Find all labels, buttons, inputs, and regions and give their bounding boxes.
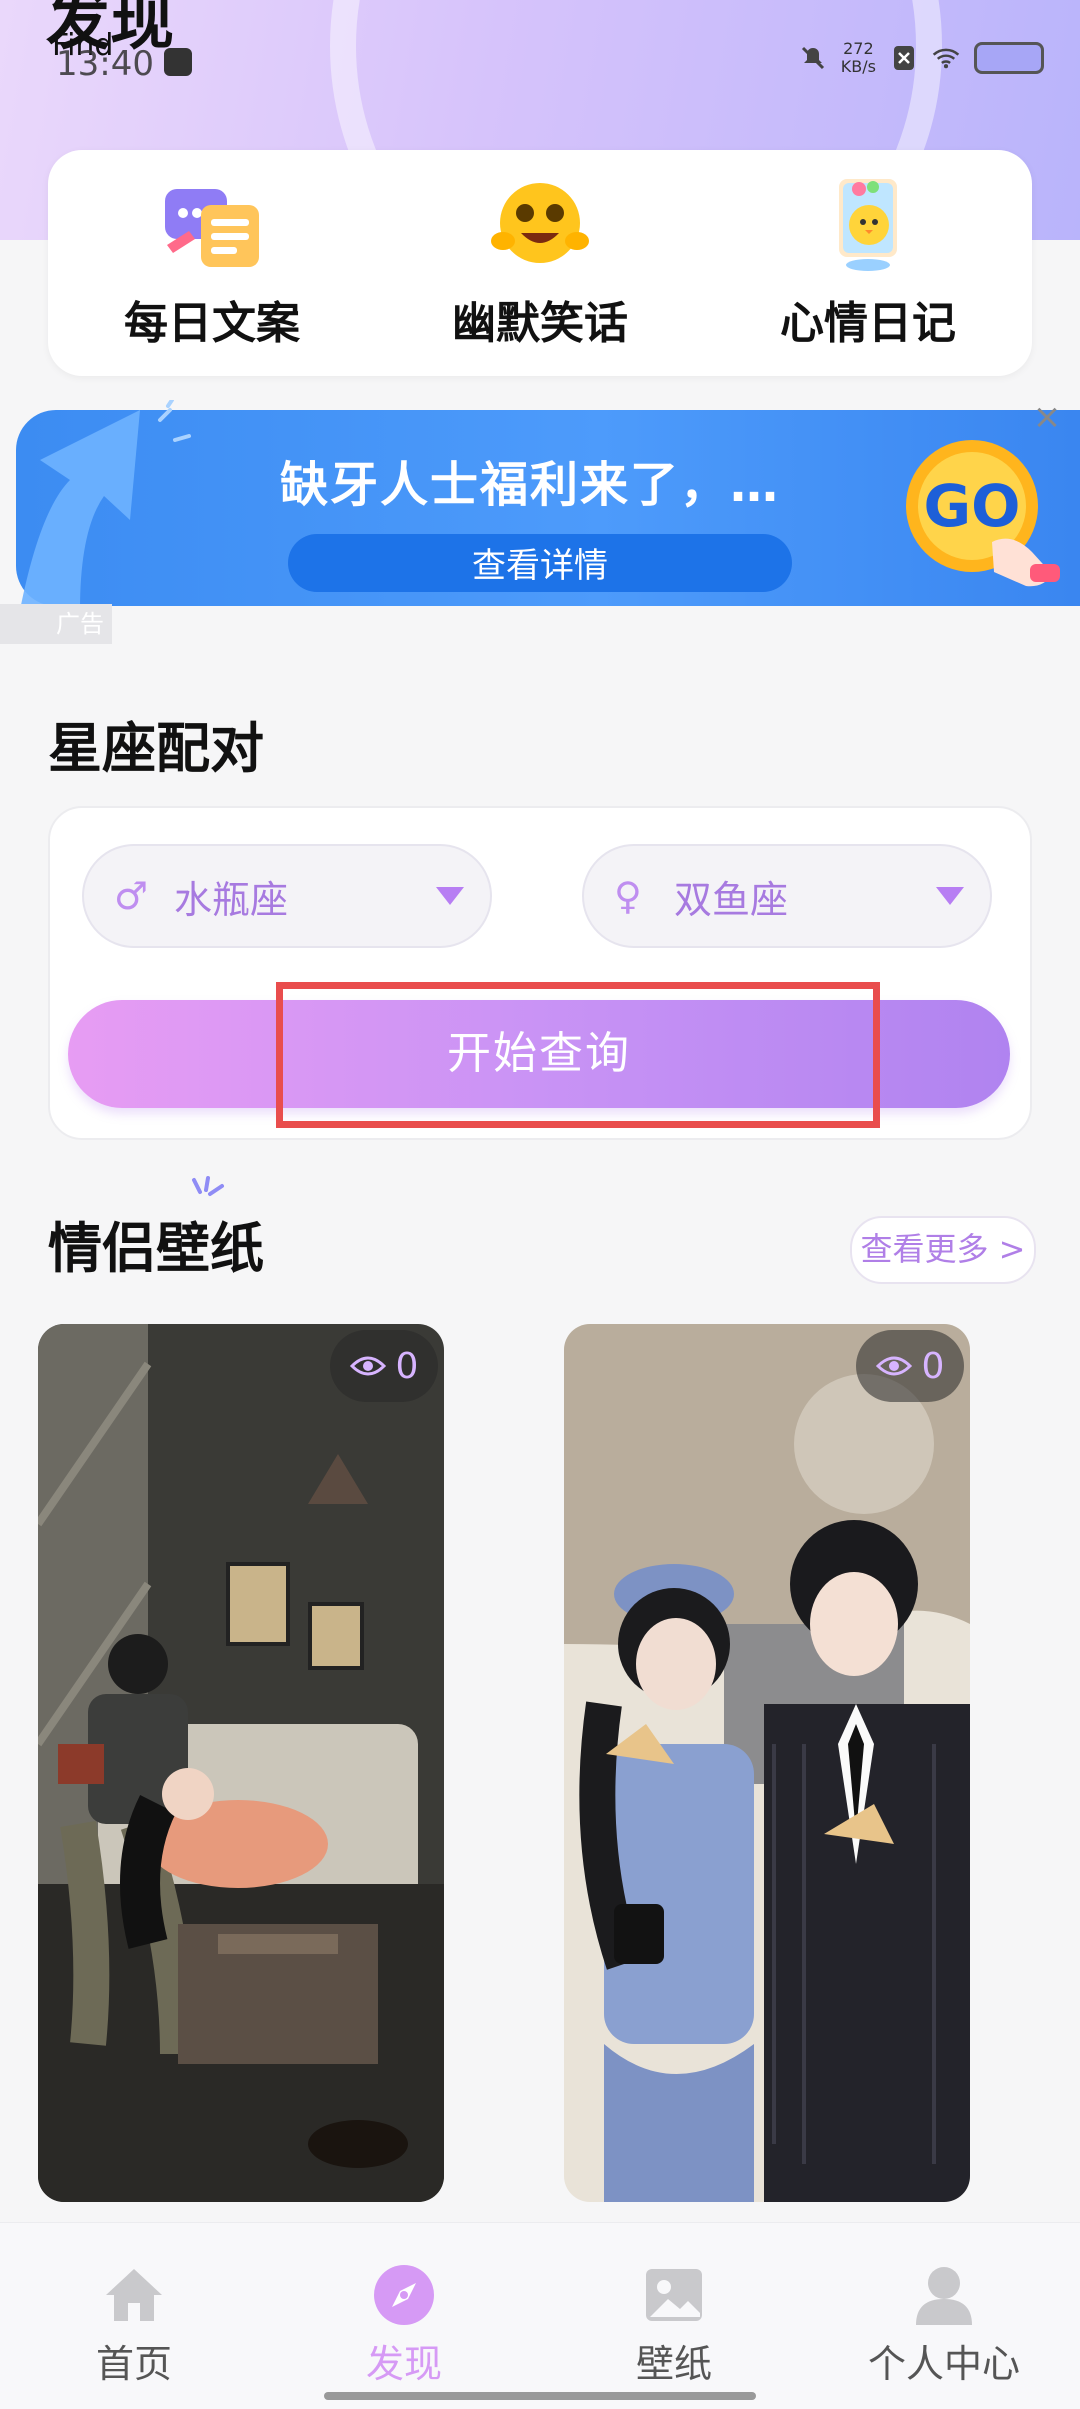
chevron-down-icon bbox=[936, 887, 964, 905]
male-sign-select[interactable]: ♂ 水瓶座 bbox=[82, 844, 492, 948]
view-count: 0 bbox=[395, 1345, 419, 1387]
home-icon bbox=[102, 2263, 166, 2327]
highlight-box bbox=[276, 982, 880, 1128]
ad-title: 缺牙人士福利来了，… bbox=[279, 457, 780, 513]
nav-item-home[interactable]: 首页 bbox=[34, 2263, 234, 2388]
nav-item-profile[interactable]: 个人中心 bbox=[844, 2263, 1044, 2388]
quick-link-label: 每日文案 bbox=[124, 298, 300, 349]
home-indicator[interactable] bbox=[324, 2392, 756, 2400]
quick-link-mood-diary[interactable]: 心情日记 bbox=[718, 175, 1018, 351]
picture-icon bbox=[642, 2263, 706, 2327]
wifi-icon bbox=[932, 44, 960, 72]
bottom-nav: 首页 发现 壁纸 个人中心 bbox=[0, 2222, 1080, 2409]
notification-app-icon bbox=[164, 48, 192, 76]
female-sign-value: 双鱼座 bbox=[674, 877, 789, 922]
chat-cards-icon bbox=[157, 175, 267, 275]
nav-label: 发现 bbox=[365, 2342, 442, 2386]
quick-link-label: 幽默笑话 bbox=[452, 298, 628, 349]
eye-icon bbox=[875, 1356, 912, 1376]
ad-arrow-decoration bbox=[0, 398, 200, 620]
wallpaper-card[interactable]: 0 bbox=[38, 1324, 444, 2202]
net-speed-unit: KB/s bbox=[840, 57, 876, 76]
nav-item-find[interactable]: 发现 bbox=[304, 2263, 504, 2388]
nav-label: 个人中心 bbox=[867, 2342, 1020, 2386]
ad-tag: 广告 bbox=[0, 604, 112, 644]
chevron-down-icon bbox=[436, 887, 464, 905]
status-time: 13:40 bbox=[56, 44, 154, 84]
couple-street-image bbox=[564, 1324, 970, 2202]
ad-close-icon[interactable]: × bbox=[1032, 400, 1062, 434]
status-icons: 272 KB/s bbox=[799, 40, 1044, 76]
ad-detail-button[interactable]: 查看详情 bbox=[288, 534, 792, 592]
couple-reading-image bbox=[38, 1324, 444, 2202]
quick-link-jokes[interactable]: 幽默笑话 bbox=[390, 175, 690, 351]
nav-item-wallpaper[interactable]: 壁纸 bbox=[574, 2263, 774, 2388]
view-count-pill: 0 bbox=[330, 1330, 438, 1402]
female-icon: ♀ bbox=[614, 874, 642, 918]
quick-links-card: 每日文案 幽默笑话 心情日记 bbox=[48, 150, 1032, 376]
net-speed: 272 KB/s bbox=[841, 40, 876, 76]
mute-icon bbox=[799, 44, 827, 72]
view-count-pill: 0 bbox=[856, 1330, 964, 1402]
male-icon: ♂ bbox=[114, 874, 149, 918]
nav-label: 壁纸 bbox=[635, 2342, 712, 2386]
laughing-emoji-icon bbox=[485, 175, 595, 275]
wallpaper-card[interactable]: 0 bbox=[564, 1324, 970, 2202]
section-title-zodiac: 星座配对 bbox=[48, 717, 264, 780]
ad-go-icon[interactable]: GO bbox=[892, 432, 1072, 592]
male-sign-value: 水瓶座 bbox=[174, 877, 289, 922]
diary-chick-icon bbox=[813, 175, 923, 275]
female-sign-select[interactable]: ♀ 双鱼座 bbox=[582, 844, 992, 948]
see-more-button[interactable]: 查看更多 > bbox=[850, 1216, 1036, 1284]
quick-link-daily-copy[interactable]: 每日文案 bbox=[62, 175, 362, 351]
compass-icon bbox=[372, 2263, 436, 2327]
battery-icon bbox=[974, 42, 1044, 74]
section-title-wallpapers: 情侣壁纸 bbox=[48, 1217, 264, 1280]
person-icon bbox=[912, 2263, 976, 2327]
net-speed-value: 272 bbox=[843, 39, 874, 58]
nav-label: 首页 bbox=[95, 2342, 172, 2386]
view-count: 0 bbox=[921, 1345, 945, 1387]
eye-icon bbox=[349, 1356, 386, 1376]
quick-link-label: 心情日记 bbox=[780, 298, 956, 349]
ad-go-label: GO bbox=[924, 472, 1021, 540]
sim-icon bbox=[890, 44, 918, 72]
